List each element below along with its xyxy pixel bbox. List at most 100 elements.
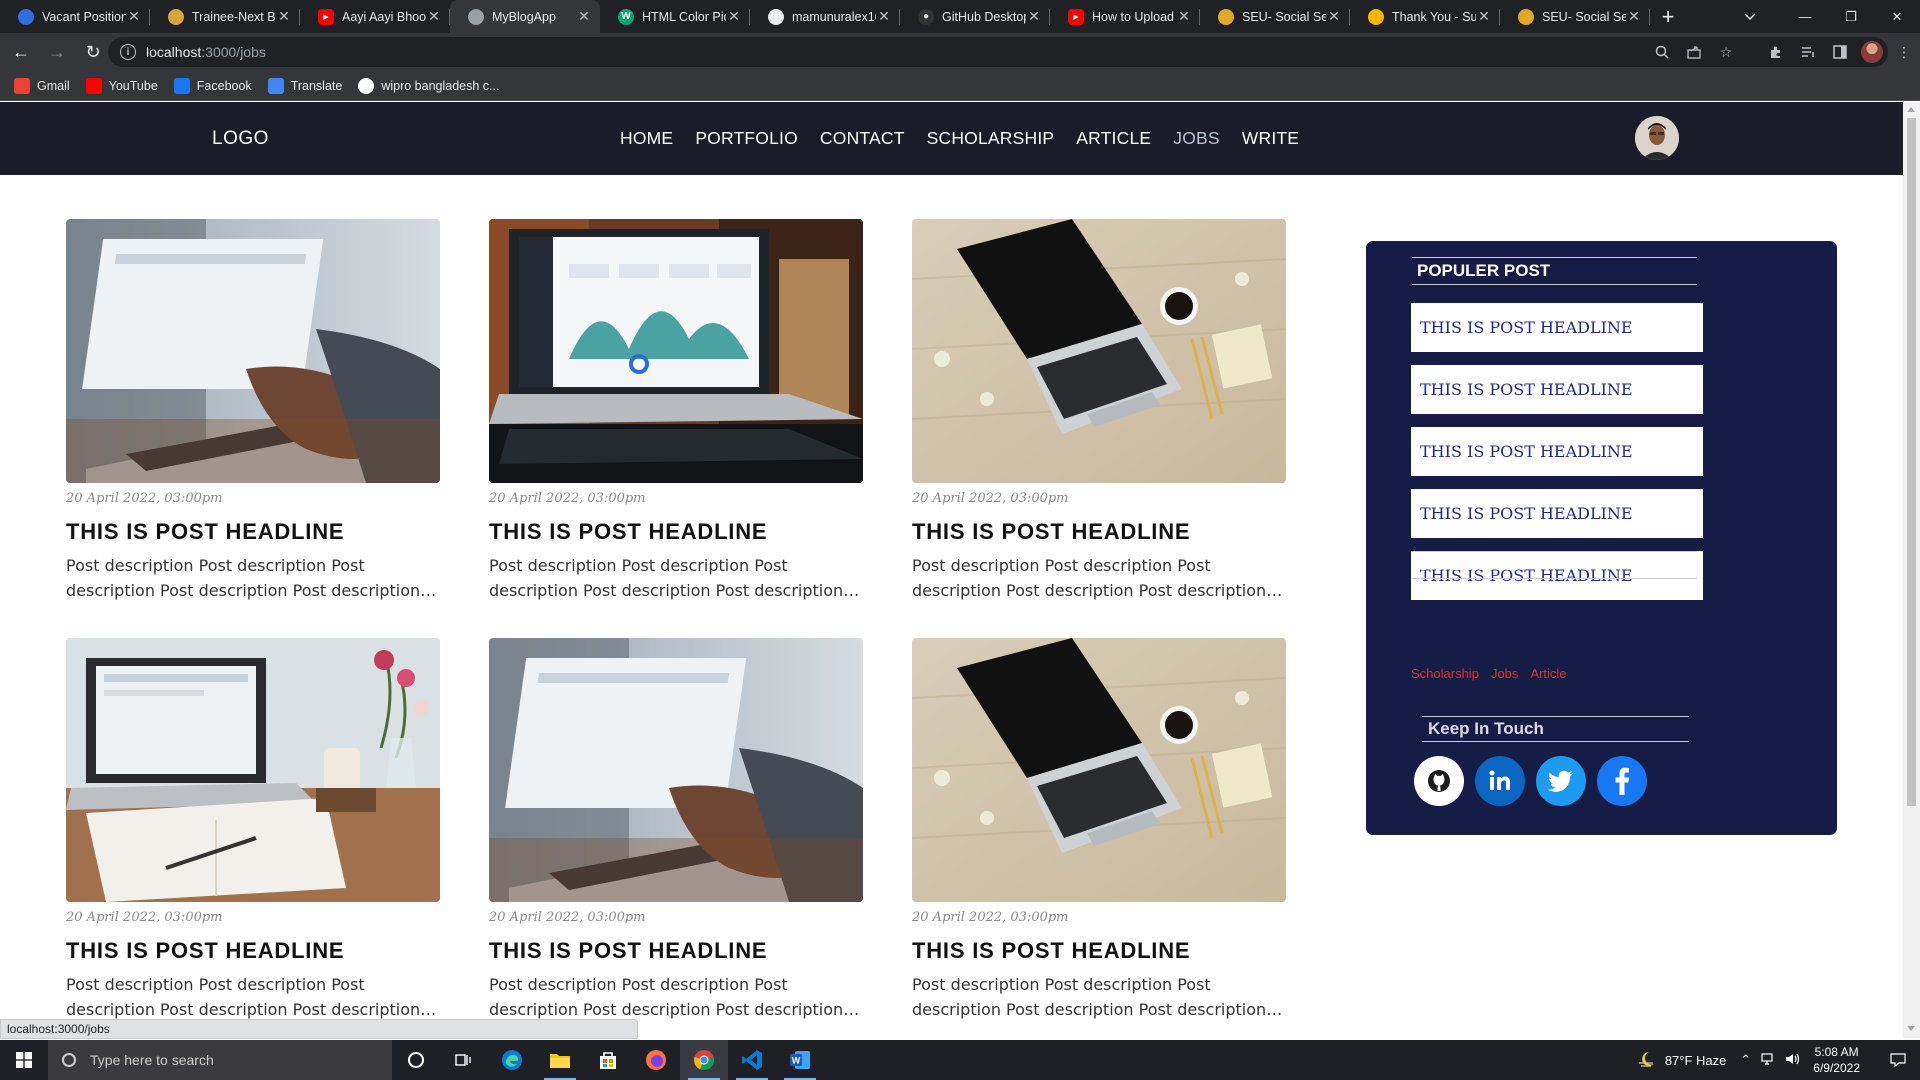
- close-tab-icon[interactable]: ✕: [426, 8, 442, 25]
- post-image[interactable]: [489, 219, 863, 483]
- profile-avatar[interactable]: [1856, 36, 1888, 68]
- browser-tab[interactable]: SEU- Social Serv✕: [1500, 0, 1650, 33]
- tab-search-icon[interactable]: [1730, 0, 1770, 33]
- weather-icon[interactable]: [1637, 1050, 1657, 1071]
- taskbar-search-box[interactable]: Type here to search: [48, 1040, 392, 1080]
- twitter-icon[interactable]: [1536, 756, 1586, 806]
- bookmark-item[interactable]: Translate: [267, 77, 342, 94]
- volume-icon[interactable]: [1785, 1052, 1801, 1069]
- linkedin-icon[interactable]: [1475, 756, 1525, 806]
- post-headline[interactable]: THIS IS POST HEADLINE: [489, 519, 863, 545]
- user-avatar[interactable]: [1635, 116, 1679, 160]
- windows-start-icon[interactable]: [0, 1040, 48, 1080]
- back-icon[interactable]: ←: [6, 37, 36, 67]
- share-icon[interactable]: [1678, 36, 1710, 68]
- facebook-icon[interactable]: [1597, 756, 1647, 806]
- chrome-icon[interactable]: [680, 1040, 728, 1080]
- close-tab-icon[interactable]: ✕: [726, 8, 742, 25]
- close-tab-icon[interactable]: ✕: [276, 8, 292, 25]
- browser-tab[interactable]: MyBlogApp ✕: [450, 0, 600, 33]
- category-link-jobs[interactable]: Jobs: [1491, 666, 1518, 681]
- post-image[interactable]: [489, 638, 863, 902]
- post-headline[interactable]: THIS IS POST HEADLINE: [912, 519, 1286, 545]
- close-tab-icon[interactable]: ✕: [1326, 8, 1342, 25]
- new-tab-button[interactable]: +: [1650, 0, 1686, 33]
- close-tab-icon[interactable]: ✕: [1476, 8, 1492, 25]
- task-view-icon[interactable]: [440, 1040, 488, 1080]
- bookmark-star-icon[interactable]: ☆: [1710, 36, 1742, 68]
- browser-tab[interactable]: W HTML Color Pick✕: [600, 0, 750, 33]
- page-scrollbar[interactable]: [1903, 102, 1920, 1038]
- popular-post-item[interactable]: THIS IS POST HEADLINE: [1411, 303, 1703, 352]
- post-card[interactable]: 20 April 2022, 03:00pm THIS IS POST HEADL…: [912, 219, 1286, 638]
- word-icon[interactable]: W: [776, 1040, 824, 1080]
- notifications-icon[interactable]: [1876, 1053, 1920, 1067]
- close-tab-icon[interactable]: ✕: [576, 8, 592, 25]
- cortana-icon[interactable]: [392, 1040, 440, 1080]
- popular-post-item[interactable]: THIS IS POST HEADLINE: [1411, 489, 1703, 538]
- post-card[interactable]: 20 April 2022, 03:00pm THIS IS POST HEADL…: [489, 638, 863, 1038]
- reload-icon[interactable]: ↻: [78, 37, 108, 67]
- vscode-icon[interactable]: [728, 1040, 776, 1080]
- bookmark-item[interactable]: Facebook: [173, 77, 252, 94]
- tray-chevron-icon[interactable]: ⌃: [1740, 1052, 1751, 1068]
- github-icon[interactable]: [1414, 756, 1464, 806]
- scroll-down-arrow[interactable]: [1907, 1026, 1915, 1031]
- site-info-icon[interactable]: i: [120, 44, 136, 60]
- nav-link-home[interactable]: HOME: [620, 128, 673, 149]
- close-tab-icon[interactable]: ✕: [1176, 8, 1192, 25]
- popular-post-item[interactable]: THIS IS POST HEADLINE: [1411, 427, 1703, 476]
- zoom-icon[interactable]: [1646, 36, 1678, 68]
- browser-tab[interactable]: ▶ Aayi Aayi Bhoot ✕: [300, 0, 450, 33]
- address-bar[interactable]: i localhost:3000/jobs: [108, 37, 1888, 67]
- close-tab-icon[interactable]: ✕: [1626, 8, 1642, 25]
- close-tab-icon[interactable]: ✕: [1026, 8, 1042, 25]
- browser-tab[interactable]: ▶ How to Upload ✕: [1050, 0, 1200, 33]
- media-control-icon[interactable]: [1792, 36, 1824, 68]
- post-image[interactable]: [66, 219, 440, 483]
- category-link-scholarship[interactable]: Scholarship: [1411, 666, 1479, 681]
- browser-tab[interactable]: Thank You - Sub ✕: [1350, 0, 1500, 33]
- edge-icon[interactable]: [488, 1040, 536, 1080]
- site-logo[interactable]: LOGO: [212, 128, 269, 150]
- post-image[interactable]: [912, 638, 1286, 902]
- category-link-article[interactable]: Article: [1530, 666, 1566, 681]
- firefox-icon[interactable]: [632, 1040, 680, 1080]
- post-card[interactable]: 20 April 2022, 03:00pm THIS IS POST HEADL…: [912, 638, 1286, 1038]
- post-card[interactable]: 20 April 2022, 03:00pm THIS IS POST HEADL…: [489, 219, 863, 638]
- browser-tab[interactable]: Trainee-Next Bu ✕: [150, 0, 300, 33]
- extensions-icon[interactable]: [1760, 36, 1792, 68]
- nav-link-jobs[interactable]: JOBS: [1173, 128, 1220, 149]
- side-panel-icon[interactable]: [1824, 36, 1856, 68]
- nav-link-contact[interactable]: CONTACT: [820, 128, 905, 149]
- menu-kebab-icon[interactable]: ⋮: [1888, 36, 1920, 68]
- nav-link-scholarship[interactable]: SCHOLARSHIP: [927, 128, 1055, 149]
- bookmark-item[interactable]: Gmail: [14, 77, 70, 94]
- nav-link-write[interactable]: WRITE: [1242, 128, 1299, 149]
- close-window-icon[interactable]: ✕: [1874, 0, 1920, 33]
- post-headline[interactable]: THIS IS POST HEADLINE: [66, 938, 440, 964]
- scrollbar-thumb[interactable]: [1907, 118, 1916, 806]
- post-headline[interactable]: THIS IS POST HEADLINE: [66, 519, 440, 545]
- browser-tab[interactable]: Vacant Positions ✕: [0, 0, 150, 33]
- network-icon[interactable]: [1761, 1052, 1777, 1069]
- close-tab-icon[interactable]: ✕: [876, 8, 892, 25]
- close-tab-icon[interactable]: ✕: [126, 8, 142, 25]
- taskbar-clock[interactable]: 5:08 AM 6/9/2022: [1813, 1044, 1860, 1076]
- scroll-up-arrow[interactable]: [1907, 107, 1915, 112]
- minimize-icon[interactable]: —: [1782, 0, 1828, 33]
- nav-link-article[interactable]: ARTICLE: [1076, 128, 1151, 149]
- post-headline[interactable]: THIS IS POST HEADLINE: [489, 938, 863, 964]
- weather-text[interactable]: 87°F Haze: [1665, 1053, 1727, 1068]
- post-card[interactable]: 20 April 2022, 03:00pm THIS IS POST HEADL…: [66, 219, 440, 638]
- post-image[interactable]: [66, 638, 440, 902]
- forward-icon[interactable]: →: [42, 37, 72, 67]
- bookmark-item[interactable]: YouTube: [85, 77, 158, 94]
- browser-tab[interactable]: ● mamunuralex16 ✕: [750, 0, 900, 33]
- browser-tab[interactable]: SEU- Social Serv✕: [1200, 0, 1350, 33]
- post-headline[interactable]: THIS IS POST HEADLINE: [912, 938, 1286, 964]
- store-icon[interactable]: [584, 1040, 632, 1080]
- restore-icon[interactable]: ❐: [1828, 0, 1874, 33]
- nav-link-portfolio[interactable]: PORTFOLIO: [695, 128, 798, 149]
- browser-tab[interactable]: ● GitHub Desktop ✕: [900, 0, 1050, 33]
